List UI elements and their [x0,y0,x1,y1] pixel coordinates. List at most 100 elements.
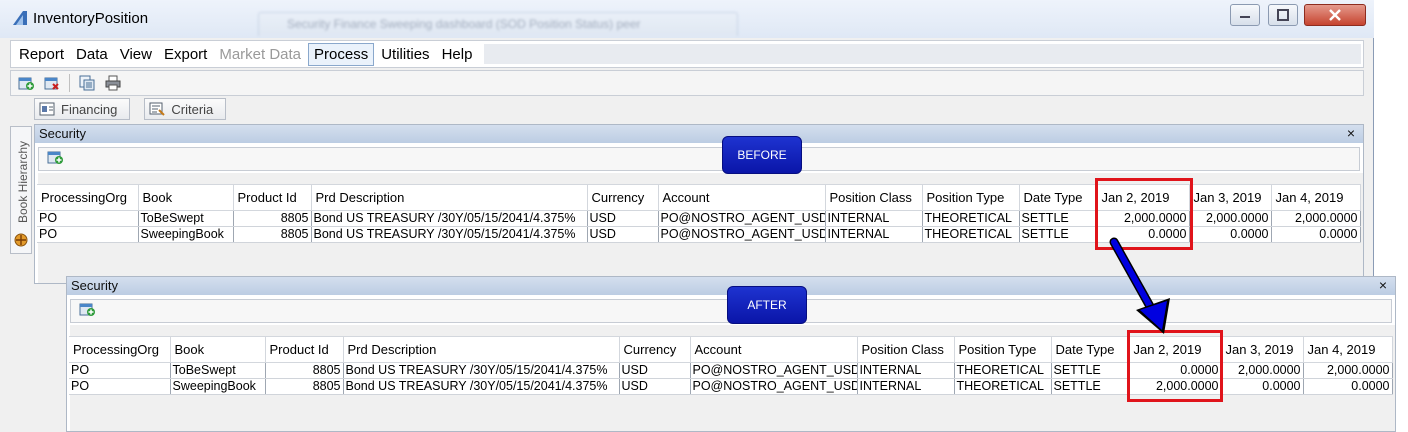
menu-help[interactable]: Help [436,43,479,66]
menu-report[interactable]: Report [13,43,70,66]
menu-bar-fill [484,44,1361,64]
book-hierarchy-label: Book Hierarchy [16,140,30,224]
cell-processing-org: PO [37,226,139,243]
table-row[interactable]: PO SweepingBook 8805 Bond US TREASURY /3… [69,378,1393,395]
col-prd-description[interactable]: Prd Description [311,184,588,211]
tab-criteria-label: Criteria [171,101,214,117]
col-jan-3-2019[interactable]: Jan 3, 2019 [1189,184,1272,211]
cell-currency: USD [587,210,659,227]
col-book[interactable]: Book [170,336,266,363]
close-icon [1329,9,1341,21]
after-badge: AFTER [727,286,807,324]
toolbar [10,70,1364,96]
criteria-icon [149,102,166,116]
cell-jan-4-2019: 2,000.0000 [1271,210,1361,227]
print-icon[interactable] [104,74,122,92]
cell-jan-4-2019: 0.0000 [1303,378,1393,395]
cell-prd-description: Bond US TREASURY /30Y/05/15/2041/4.375% [311,210,588,227]
col-position-type[interactable]: Position Type [954,336,1052,363]
col-processing-org[interactable]: ProcessingOrg [37,184,139,211]
copy-icon[interactable] [78,74,96,92]
before-position-grid: ProcessingOrg Book Product Id Prd Descri… [37,184,1361,243]
col-position-type[interactable]: Position Type [922,184,1020,211]
cell-jan-4-2019: 2,000.0000 [1303,362,1393,379]
close-window-button[interactable] [1304,4,1366,26]
background-window-tab[interactable]: Security Finance Sweeping dashboard (SOD… [258,12,738,36]
add-row-icon[interactable] [79,303,95,317]
col-position-class[interactable]: Position Class [857,336,955,363]
tab-criteria[interactable]: Criteria [144,98,227,120]
cell-prd-description: Bond US TREASURY /30Y/05/15/2041/4.375% [311,226,588,243]
table-row[interactable]: PO ToBeSwept 8805 Bond US TREASURY /30Y/… [37,210,1361,227]
cell-position-type: THEORETICAL [922,210,1020,227]
cell-jan-2-2019: 2,000.0000 [1097,210,1190,227]
col-prd-description[interactable]: Prd Description [343,336,620,363]
cell-account: PO@NOSTRO_AGENT_USD [658,226,826,243]
before-panel-close-button[interactable]: × [1347,125,1355,141]
cell-product-id: 8805 [233,210,312,227]
cell-book: ToBeSwept [138,210,234,227]
cell-book: SweepingBook [138,226,234,243]
after-panel-close-button[interactable]: × [1379,277,1387,293]
col-book[interactable]: Book [138,184,234,211]
cell-processing-org: PO [37,210,139,227]
add-row-icon[interactable] [17,74,35,92]
col-product-id[interactable]: Product Id [233,184,312,211]
table-row[interactable]: PO ToBeSwept 8805 Bond US TREASURY /30Y/… [69,362,1393,379]
col-account[interactable]: Account [690,336,858,363]
cell-position-type: THEORETICAL [954,378,1052,395]
menu-utilities[interactable]: Utilities [375,43,435,66]
toolbar-separator [69,74,70,92]
cell-position-type: THEORETICAL [922,226,1020,243]
after-header-row: ProcessingOrg Book Product Id Prd Descri… [69,336,1393,363]
menu-view[interactable]: View [114,43,158,66]
col-processing-org[interactable]: ProcessingOrg [69,336,171,363]
menu-bar: Report Data View Export Market Data Proc… [10,40,1364,68]
cell-processing-org: PO [69,362,171,379]
cell-product-id: 8805 [265,362,344,379]
window-title: InventoryPosition [33,10,149,27]
col-jan-2-2019[interactable]: Jan 2, 2019 [1097,184,1190,211]
cell-currency: USD [619,362,691,379]
maximize-icon [1277,9,1289,21]
cell-prd-description: Bond US TREASURY /30Y/05/15/2041/4.375% [343,362,620,379]
col-jan-4-2019[interactable]: Jan 4, 2019 [1303,336,1393,363]
col-date-type[interactable]: Date Type [1019,184,1098,211]
col-date-type[interactable]: Date Type [1051,336,1130,363]
cell-product-id: 8805 [233,226,312,243]
before-panel-title: Security [39,126,86,141]
cell-account: PO@NOSTRO_AGENT_USD [690,378,858,395]
col-jan-2-2019[interactable]: Jan 2, 2019 [1129,336,1222,363]
sweep-arrow-icon [1109,237,1170,334]
cell-currency: USD [587,226,659,243]
cell-jan-3-2019: 2,000.0000 [1189,210,1272,227]
menu-data[interactable]: Data [70,43,114,66]
cell-position-class: INTERNAL [857,378,955,395]
minimize-button[interactable] [1230,4,1260,26]
menu-market-data: Market Data [219,45,302,63]
cell-jan-3-2019: 2,000.0000 [1221,362,1304,379]
cell-currency: USD [619,378,691,395]
col-jan-3-2019[interactable]: Jan 3, 2019 [1221,336,1304,363]
col-product-id[interactable]: Product Id [265,336,344,363]
maximize-button[interactable] [1268,4,1298,26]
col-currency[interactable]: Currency [619,336,691,363]
col-currency[interactable]: Currency [587,184,659,211]
cell-processing-org: PO [69,378,171,395]
before-panel-header: Security × [35,125,1363,143]
cell-position-class: INTERNAL [825,226,923,243]
add-row-icon[interactable] [47,151,63,165]
col-position-class[interactable]: Position Class [825,184,923,211]
tab-financing[interactable]: Financing [34,98,131,120]
cell-date-type: SETTLE [1051,378,1130,395]
col-account[interactable]: Account [658,184,826,211]
menu-process[interactable]: Process [308,42,375,66]
cell-book: SweepingBook [170,378,266,395]
cell-date-type: SETTLE [1019,226,1098,243]
before-panel-toolbar [38,147,1360,171]
book-hierarchy-strip[interactable]: Book Hierarchy [10,126,32,254]
before-badge: BEFORE [722,136,802,174]
menu-export[interactable]: Export [158,43,213,66]
delete-row-icon[interactable] [43,74,61,92]
col-jan-4-2019[interactable]: Jan 4, 2019 [1271,184,1361,211]
